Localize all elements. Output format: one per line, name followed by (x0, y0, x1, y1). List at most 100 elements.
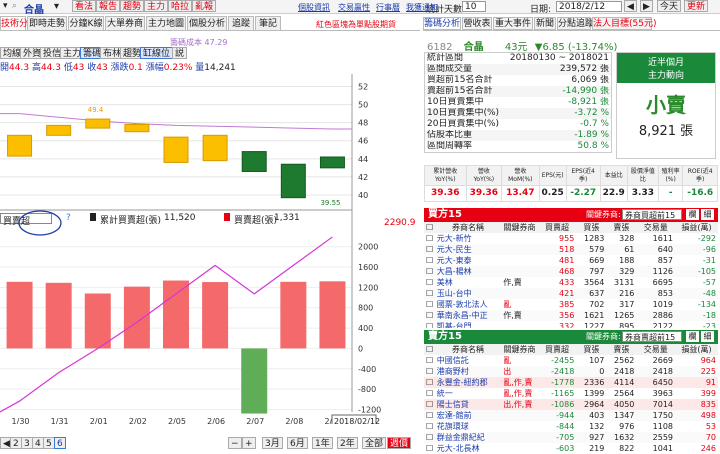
header-checkbox[interactable]: ☐ (424, 222, 435, 233)
toolbar-button-3[interactable]: 主力 (144, 0, 169, 12)
table-row[interactable]: ☐ 元大-民生 518 579 61 640 -96 (424, 244, 718, 255)
toolbar-link-3[interactable]: 我獲通知 (406, 2, 438, 13)
range-button-5[interactable]: 週價 (387, 437, 412, 449)
period-select[interactable]: 10 (462, 1, 486, 12)
right-tab-4[interactable]: 分點追蹤 (557, 17, 594, 30)
volume-bar-1/31[interactable] (45, 282, 72, 349)
volume-bar-2/09[interactable] (319, 281, 346, 349)
candle-2/05[interactable] (163, 136, 189, 163)
broker-col-header[interactable]: 賣張 (606, 344, 636, 355)
broker-col-header[interactable]: 買張 (576, 344, 606, 355)
broker-col-header[interactable]: 損益(萬) (675, 344, 718, 355)
toolbar-link-1[interactable]: 交易贏性 (338, 2, 370, 13)
volume-bar-2/01[interactable] (84, 293, 111, 349)
buy-column-button[interactable]: 欄 (686, 209, 699, 220)
left-tab-1[interactable]: 即時走勢 (27, 16, 67, 30)
table-row[interactable]: ☐ 玉山-台中 421 637 216 853 -48 (424, 288, 718, 299)
row-checkbox[interactable]: ☐ (424, 377, 435, 388)
broker-col-header[interactable]: 買賣超 (538, 344, 577, 355)
table-row[interactable]: ☐ 華南永昌-中正 作,賣 356 1621 1265 2886 -18 (424, 310, 718, 321)
table-row[interactable]: ☐ 元大-新竹 955 1283 328 1611 -292 (424, 233, 718, 244)
today-button[interactable]: 今天 (657, 0, 682, 12)
right-tab-5[interactable]: 法人目標(55元) (592, 17, 656, 30)
page-button-6[interactable]: 6 (54, 437, 66, 449)
header-checkbox[interactable]: ☐ (424, 344, 435, 355)
left-tab-3[interactable]: 大單券商 (105, 16, 145, 30)
broker-col-header[interactable]: 買賣超 (538, 222, 577, 233)
table-row[interactable]: ☐ 大昌-楊林 468 797 329 1126 -105 (424, 266, 718, 277)
stock-dropdown-icon[interactable]: ▾ (54, 1, 59, 12)
row-checkbox[interactable]: ☐ (424, 266, 435, 277)
candle-1/30[interactable] (7, 134, 33, 157)
sell-broker-select[interactable]: 券商賣超前15 (622, 331, 682, 342)
candle-2/07[interactable] (241, 151, 267, 172)
volume-bar-2/08[interactable] (280, 281, 307, 349)
table-row[interactable]: ☐ 國票-敦北法人 亂 385 702 317 1019 -134 (424, 299, 718, 310)
candle-2/02[interactable] (124, 123, 150, 133)
table-row[interactable]: ☐ 元大-北長林 -603 219 822 1041 246 (424, 443, 718, 452)
row-checkbox[interactable]: ☐ (424, 355, 435, 366)
row-checkbox[interactable]: ☐ (424, 421, 435, 432)
broker-col-header[interactable]: 交易量 (636, 344, 675, 355)
table-row[interactable]: ☐ 宏達-館前 -944 403 1347 1750 498 (424, 410, 718, 421)
candle-2/09[interactable] (319, 156, 345, 169)
candle-2/06[interactable] (202, 134, 228, 162)
left-tab-4[interactable]: 主力地圖 (146, 16, 186, 30)
page-button-2[interactable]: 2 (10, 437, 22, 449)
refresh-button[interactable]: 更新 (684, 0, 709, 12)
left-tab-7[interactable]: 筆記 (255, 16, 281, 30)
row-checkbox[interactable]: ☐ (424, 310, 435, 321)
volume-bar-1/30[interactable] (6, 281, 33, 349)
date-input[interactable]: 2018/2/12 (556, 1, 622, 12)
table-row[interactable]: ☐ 中國信託 亂 -2455 107 2562 2669 964 (424, 355, 718, 366)
broker-col-header[interactable]: 券商名稱 (435, 222, 502, 233)
toolbar-link-0[interactable]: 個股資訊 (298, 2, 330, 13)
row-checkbox[interactable]: ☐ (424, 443, 435, 452)
table-row[interactable]: ☐ 凱基-台門 332 1227 895 2122 -23 (424, 321, 718, 328)
search-icon[interactable]: ⌕ (12, 1, 17, 11)
toolbar-button-0[interactable]: 看法 (72, 0, 97, 12)
toolbar-button-2[interactable]: 趨勢 (120, 0, 145, 12)
volume-bar-2/02[interactable] (123, 286, 150, 349)
table-row[interactable]: ☐ 統一 亂,作,賣 -1165 1399 2564 3963 399 (424, 388, 718, 399)
toolbar-button-1[interactable]: 報告 (96, 0, 121, 12)
range-button-4[interactable]: 全部 (362, 437, 387, 449)
prev-date-button[interactable]: ◀ (624, 0, 637, 12)
row-checkbox[interactable]: ☐ (424, 388, 435, 399)
candle-1/31[interactable] (46, 124, 72, 136)
indicator-button-7[interactable]: 缸線位 (140, 47, 174, 59)
table-row[interactable]: ☐ 陽士信貸 出,作,賣 -1086 2964 4050 7014 835 (424, 399, 718, 410)
table-row[interactable]: ☐ 美林 作,賣 433 3564 3131 6695 -57 (424, 277, 718, 288)
buy-broker-select[interactable]: 券商買超前15 (622, 209, 682, 220)
left-tab-6[interactable]: 追蹤 (228, 16, 254, 30)
broker-col-header[interactable]: 交易量 (636, 222, 675, 233)
toolbar-button-4[interactable]: 哈拉 (168, 0, 193, 12)
volume-bar-2/07[interactable] (241, 348, 268, 414)
indicator-button-8[interactable]: 説 (172, 47, 188, 59)
row-checkbox[interactable]: ☐ (424, 255, 435, 266)
candle-2/08[interactable] (280, 163, 306, 199)
left-tab-5[interactable]: 個股分析 (187, 16, 227, 30)
left-tab-0[interactable]: 技術分析 (0, 16, 37, 30)
right-tab-2[interactable]: 重大事件 (493, 17, 533, 30)
buy-detail-button[interactable]: 細 (701, 209, 714, 220)
table-row[interactable]: ☐ 元大-東泰 481 669 188 857 -31 (424, 255, 718, 266)
page-button-5[interactable]: 5 (43, 437, 55, 449)
row-checkbox[interactable]: ☐ (424, 277, 435, 288)
toolbar-button-5[interactable]: 亂報 (192, 0, 217, 12)
row-checkbox[interactable]: ☐ (424, 233, 435, 244)
range-button-1[interactable]: 6月 (287, 437, 308, 449)
broker-col-header[interactable]: 損益(萬) (675, 222, 718, 233)
broker-col-header[interactable]: 券商名稱 (435, 344, 502, 355)
right-tab-1[interactable]: 營收表 (462, 17, 492, 30)
broker-col-header[interactable]: 賣張 (606, 222, 636, 233)
right-tab-0[interactable]: 籌碼分析 (423, 17, 461, 30)
row-checkbox[interactable]: ☐ (424, 321, 435, 328)
row-checkbox[interactable]: ☐ (424, 410, 435, 421)
dropdown-arrow-icon[interactable]: ▾ (3, 1, 8, 11)
zoom-out-button[interactable]: − (228, 437, 242, 449)
sell-detail-button[interactable]: 細 (701, 331, 714, 342)
page-button-3[interactable]: 3 (21, 437, 33, 449)
right-tab-3[interactable]: 新聞 (534, 17, 556, 30)
row-checkbox[interactable]: ☐ (424, 299, 435, 310)
